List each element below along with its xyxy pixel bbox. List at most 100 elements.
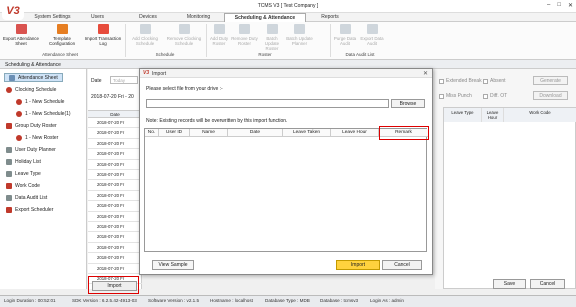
remove-clocking-schedule-button[interactable]: Remove Clocking Schedule <box>164 24 204 46</box>
dialog-import-button[interactable]: Import <box>336 260 380 270</box>
ribbon-label: Add Clocking Schedule <box>132 36 158 46</box>
export-attendance-sheet-button[interactable]: Export Attendance Sheet <box>3 24 39 46</box>
sidebar-item-group-duty-roster[interactable]: Group Duty Roster <box>6 121 57 130</box>
tab-system-settings[interactable]: System Settings <box>30 13 75 22</box>
column-header-name[interactable]: Name <box>190 129 228 137</box>
ribbon: Export Attendance Sheet Template Configu… <box>0 22 576 60</box>
column-header-work-code[interactable]: Work Code <box>504 108 576 122</box>
table-row[interactable]: 2018-07-20 Fr <box>88 118 142 129</box>
generate-button[interactable]: Generate <box>533 76 568 85</box>
table-row[interactable]: 2018-07-20 Fr <box>88 191 142 202</box>
remove-schedule-icon <box>178 24 190 34</box>
miss-punch-checkbox[interactable]: Miss Punch <box>439 93 472 99</box>
save-button[interactable]: Save <box>493 279 526 289</box>
column-header-leave-hour[interactable]: Leave Hour <box>482 108 504 122</box>
pane-title: Scheduling & Attendance <box>5 62 61 68</box>
table-row[interactable]: 2018-07-20 Fr <box>88 139 142 150</box>
work-code-icon <box>6 182 12 189</box>
close-icon[interactable]: ✕ <box>568 2 573 9</box>
overwrite-note: Note: Existing records will be overwritt… <box>146 118 288 124</box>
remove-roster-icon <box>239 24 250 34</box>
remark-highlight-box <box>379 126 429 140</box>
sidebar-item-holiday-list[interactable]: Holiday List <box>6 157 41 166</box>
maximize-icon[interactable]: □ <box>557 2 561 9</box>
table-row[interactable]: 2018-07-20 Fr <box>88 253 142 264</box>
sidebar-item-new-schedule-1[interactable]: 1 - New Schedule(1) <box>16 109 71 118</box>
batch-update-roster-button[interactable]: Batch Update Roster <box>259 24 285 51</box>
table-row[interactable]: 2018-07-20 Fr <box>88 243 142 254</box>
table-row[interactable]: 2018-07-20 Fr <box>88 160 142 170</box>
column-header-leave-taken[interactable]: Leave Taken <box>283 129 331 137</box>
main-tabs: System Settings Users Devices Monitoring… <box>0 13 576 22</box>
template-icon <box>56 24 68 34</box>
date-range: 2018-07-20 Fri - 20 <box>91 94 134 100</box>
dialog-cancel-button[interactable]: Cancel <box>382 260 422 270</box>
ribbon-label: Export Attendance Sheet <box>3 36 39 46</box>
scheduler-icon <box>6 206 12 213</box>
checkbox-label: Miss Punch <box>446 93 472 99</box>
remove-duty-roster-button[interactable]: Remove Duty Roster <box>231 24 258 46</box>
browse-button[interactable]: Browse <box>391 99 425 108</box>
table-row[interactable]: 2018-07-20 Fr <box>88 180 142 191</box>
cancel-button[interactable]: Cancel <box>530 279 565 289</box>
column-header-leave-hour[interactable]: Leave Hour <box>331 129 379 137</box>
tab-users[interactable]: Users <box>80 13 115 22</box>
diff-ot-checkbox[interactable]: Diff. OT <box>483 93 507 99</box>
sidebar-item-data-audit-list[interactable]: Data Audit List <box>6 193 47 202</box>
date-input[interactable]: Today <box>110 76 138 84</box>
table-row[interactable]: 2018-07-20 Fr <box>88 232 142 243</box>
table-row[interactable]: 2018-07-20 Fr <box>88 149 142 160</box>
table-row[interactable]: 2018-07-20 Fr <box>88 201 142 212</box>
sidebar-item-work-code[interactable]: Work Code <box>6 181 40 190</box>
sidebar-item-export-scheduler[interactable]: Export Scheduler <box>6 205 53 214</box>
tab-scheduling-attendance[interactable]: Scheduling & Attendance <box>224 13 306 22</box>
export-data-audit-button[interactable]: Export Data Audit <box>359 24 385 46</box>
status-login-duration: Login Duration : 00:52:01 <box>4 298 56 303</box>
column-header-leave-type[interactable]: Leave Type <box>444 108 482 122</box>
sidebar-item-attendance-sheet[interactable]: Attendance Sheet <box>4 73 63 82</box>
sidebar-item-label: 1 - New Roster <box>25 134 59 141</box>
table-row[interactable]: 2018-07-20 Fr <box>88 222 142 233</box>
sidebar-item-label: User Duty Planner <box>15 146 56 153</box>
tab-devices[interactable]: Devices <box>128 13 168 22</box>
import-transaction-log-button[interactable]: Import Transaction Log <box>83 24 123 46</box>
sidebar-item-label: Clocking Schedule <box>15 86 57 93</box>
table-row[interactable]: 2018-07-20 Fr <box>88 128 142 139</box>
sidebar-item-user-duty-planner[interactable]: User Duty Planner <box>6 145 56 154</box>
window-title: TCMS V3 [ Test Company ] <box>257 3 319 9</box>
sidebar-item-leave-type[interactable]: Leave Type <box>6 169 41 178</box>
column-header-date[interactable]: Date <box>228 129 283 137</box>
download-button[interactable]: Download <box>533 91 568 100</box>
batch-update-planner-button[interactable]: Batch Update Planner <box>286 24 313 46</box>
absent-checkbox[interactable]: Absent <box>483 78 506 84</box>
checkbox-box <box>439 93 444 99</box>
logo-text: V3 <box>6 5 20 17</box>
close-icon[interactable]: ✕ <box>423 70 428 77</box>
column-header-no[interactable]: No. <box>145 129 159 137</box>
table-row[interactable]: 2018-07-20 Fr <box>88 264 142 274</box>
app-logo: V3 <box>2 2 24 20</box>
sidebar-item-new-roster[interactable]: 1 - New Roster <box>16 133 58 142</box>
sidebar-item-label: 1 - New Schedule <box>25 98 65 105</box>
table-row[interactable]: 2018-07-20 Fr <box>88 170 142 181</box>
tab-monitoring[interactable]: Monitoring <box>176 13 221 22</box>
sidebar-item-clocking-schedule[interactable]: Clocking Schedule <box>6 85 56 94</box>
tab-reports[interactable]: Reports <box>310 13 350 22</box>
view-sample-button[interactable]: View Sample <box>152 260 194 270</box>
extended-break-checkbox[interactable]: Extended Break <box>439 78 482 84</box>
table-row[interactable]: 2018-07-20 Fr <box>88 212 142 222</box>
template-configuration-button[interactable]: Template Configuration <box>44 24 80 46</box>
add-clocking-schedule-button[interactable]: Add Clocking Schedule <box>128 24 162 46</box>
sidebar-item-label: Attendance Sheet <box>18 74 58 81</box>
file-path-input[interactable] <box>146 99 389 108</box>
import-dialog: V3 Import ✕ Please select file from your… <box>139 68 433 275</box>
date-column-header[interactable]: Date <box>88 110 142 118</box>
add-duty-roster-button[interactable]: Add Duty Roster <box>208 24 230 46</box>
column-header-user-id[interactable]: User ID <box>159 129 190 137</box>
sidebar-item-new-schedule[interactable]: 1 - New Schedule <box>16 97 64 106</box>
minimize-icon[interactable]: – <box>547 2 550 9</box>
purge-icon <box>339 24 351 34</box>
import-icon <box>97 24 109 34</box>
purge-data-audit-button[interactable]: Purge Data Audit <box>332 24 358 46</box>
dialog-title: Import <box>152 71 167 77</box>
